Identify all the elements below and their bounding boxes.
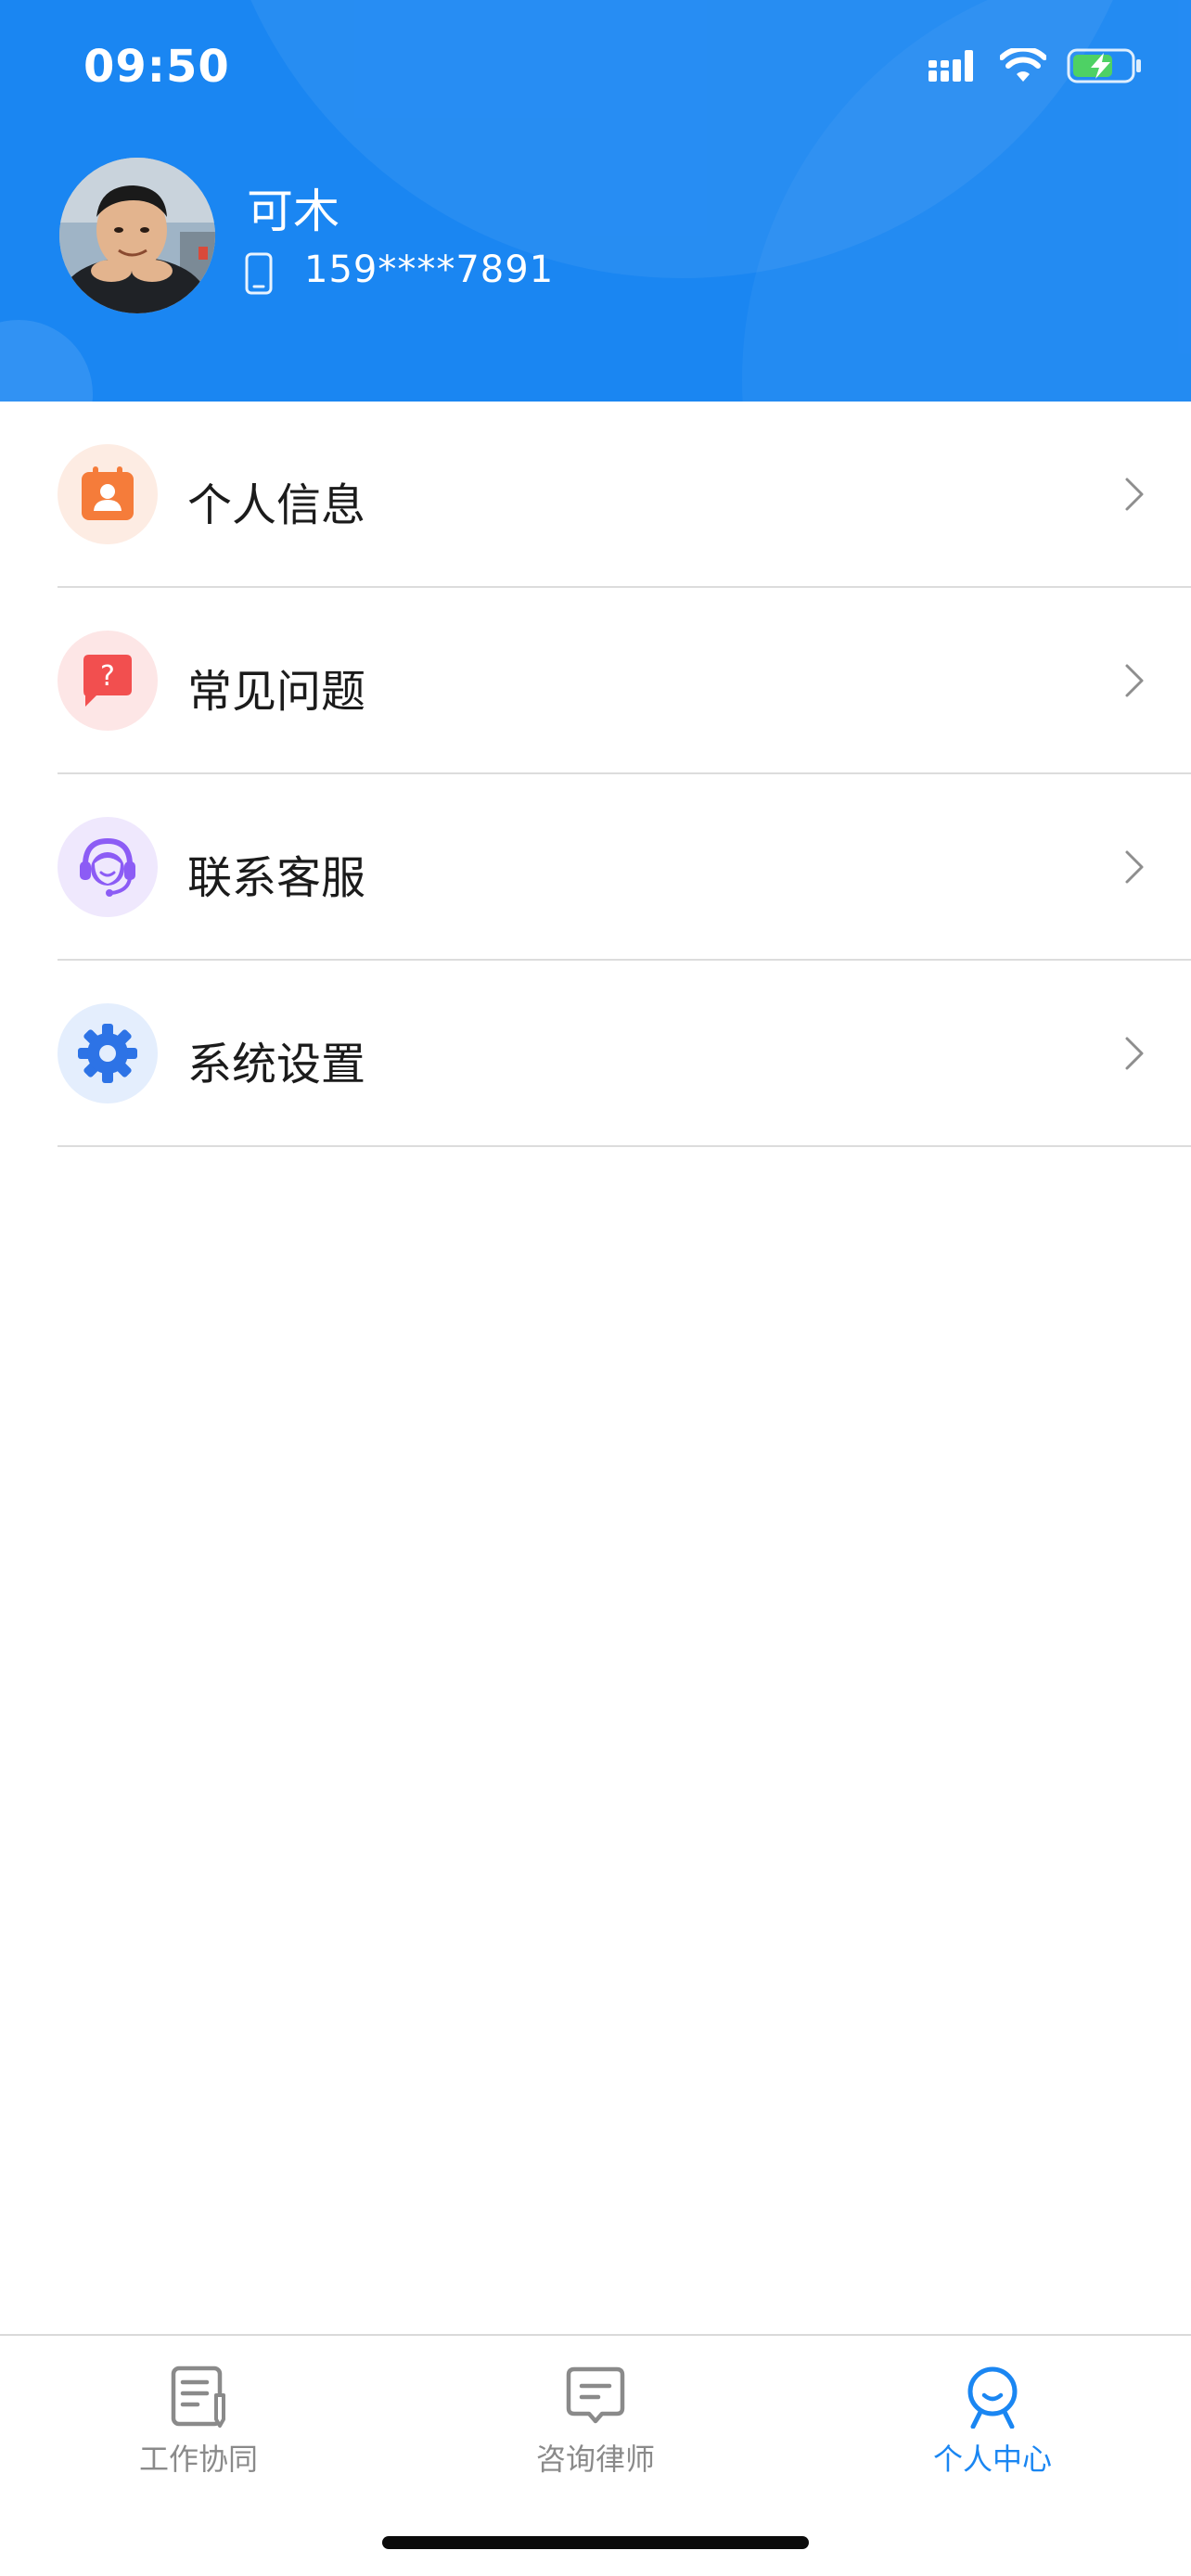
cellular-signal-icon — [928, 48, 980, 87]
message-icon — [563, 2364, 628, 2429]
document-edit-icon — [166, 2364, 231, 2429]
profile-header: 09:50 可木 159****7891 — [0, 0, 1191, 402]
menu-item-personal-info[interactable]: 个人信息 — [0, 402, 1191, 588]
header-decoration — [0, 320, 93, 402]
menu-item-faq[interactable]: ? 常见问题 — [0, 588, 1191, 774]
person-icon — [960, 2364, 1025, 2429]
gear-icon — [58, 1003, 158, 1103]
chevron-right-icon — [1122, 476, 1146, 513]
wifi-icon — [999, 45, 1047, 87]
headset-agent-icon — [58, 817, 158, 917]
menu-label: 系统设置 — [187, 1039, 366, 1090]
tab-personal-center[interactable]: 个人中心 — [794, 2336, 1191, 2521]
chevron-right-icon — [1122, 1035, 1146, 1072]
svg-text:?: ? — [100, 660, 115, 693]
settings-menu: 个人信息 ? 常见问题 联系客服 系统设置 — [0, 402, 1191, 1147]
question-bubble-icon: ? — [58, 631, 158, 731]
profile-screen: 09:50 可木 159****7891 个人信息 ? 常见问题 联系客服 系统… — [0, 0, 1191, 2576]
avatar[interactable] — [59, 158, 215, 313]
divider — [58, 1145, 1191, 1147]
home-indicator — [382, 2536, 809, 2549]
status-bar: 09:50 — [0, 0, 1191, 139]
battery-charging-icon — [1067, 48, 1143, 87]
chevron-right-icon — [1122, 848, 1146, 886]
user-phone: 159****7891 — [304, 249, 555, 291]
status-time: 09:50 — [83, 41, 230, 93]
user-name: 可木 — [247, 185, 339, 238]
menu-label: 联系客服 — [187, 852, 366, 904]
bottom-tab-bar: 工作协同 咨询律师 个人中心 — [0, 2334, 1191, 2576]
tab-consult-lawyer[interactable]: 咨询律师 — [397, 2336, 794, 2521]
chevron-right-icon — [1122, 662, 1146, 699]
menu-label: 常见问题 — [187, 666, 366, 718]
phone-icon — [245, 252, 273, 295]
menu-item-system-settings[interactable]: 系统设置 — [0, 961, 1191, 1147]
tab-label: 咨询律师 — [535, 2442, 655, 2477]
status-icons — [928, 45, 1143, 87]
contact-card-icon — [58, 444, 158, 544]
menu-label: 个人信息 — [187, 479, 366, 531]
tab-work-collaboration[interactable]: 工作协同 — [0, 2336, 397, 2521]
menu-item-customer-service[interactable]: 联系客服 — [0, 774, 1191, 961]
tab-label: 个人中心 — [932, 2442, 1052, 2477]
tab-label: 工作协同 — [138, 2442, 258, 2477]
